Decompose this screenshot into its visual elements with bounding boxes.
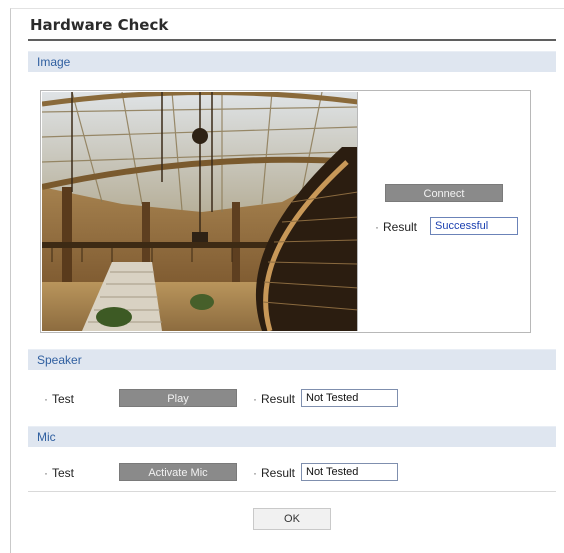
section-label-mic: Mic xyxy=(37,430,56,444)
speaker-result-label-text: Result xyxy=(261,392,296,406)
image-panel: Connect · Result Successful xyxy=(40,90,531,333)
mic-result-label: · Result xyxy=(253,466,295,480)
title-divider xyxy=(28,39,556,41)
speaker-result-label: · Result xyxy=(253,392,295,406)
bullet-icon: · xyxy=(44,392,48,406)
bullet-icon: · xyxy=(253,466,257,480)
ok-button[interactable]: OK xyxy=(253,508,331,530)
mic-test-label-text: Test xyxy=(52,466,75,480)
bullet-icon: · xyxy=(375,220,379,234)
speaker-test-label: · Test xyxy=(44,392,74,406)
mic-result-field: Not Tested xyxy=(301,463,398,481)
mic-test-label: · Test xyxy=(44,466,74,480)
activate-mic-button[interactable]: Activate Mic xyxy=(119,463,237,481)
bullet-icon: · xyxy=(253,392,257,406)
image-result-label-text: Result xyxy=(383,220,418,234)
speaker-result-field: Not Tested xyxy=(301,389,398,407)
section-header-mic: Mic xyxy=(28,426,556,447)
mic-result-label-text: Result xyxy=(261,466,296,480)
section-header-image: Image xyxy=(28,51,556,72)
play-button[interactable]: Play xyxy=(119,389,237,407)
speaker-test-label-text: Test xyxy=(52,392,75,406)
bullet-icon: · xyxy=(44,466,48,480)
camera-preview-image xyxy=(42,92,358,331)
section-header-speaker: Speaker xyxy=(28,349,556,370)
footer-divider xyxy=(28,491,556,492)
section-label-speaker: Speaker xyxy=(37,353,82,367)
image-result-label: · Result xyxy=(375,220,417,234)
section-label-image: Image xyxy=(37,55,71,69)
image-result-field: Successful xyxy=(430,217,518,235)
page-title: Hardware Check xyxy=(30,16,169,34)
connect-button[interactable]: Connect xyxy=(385,184,503,202)
